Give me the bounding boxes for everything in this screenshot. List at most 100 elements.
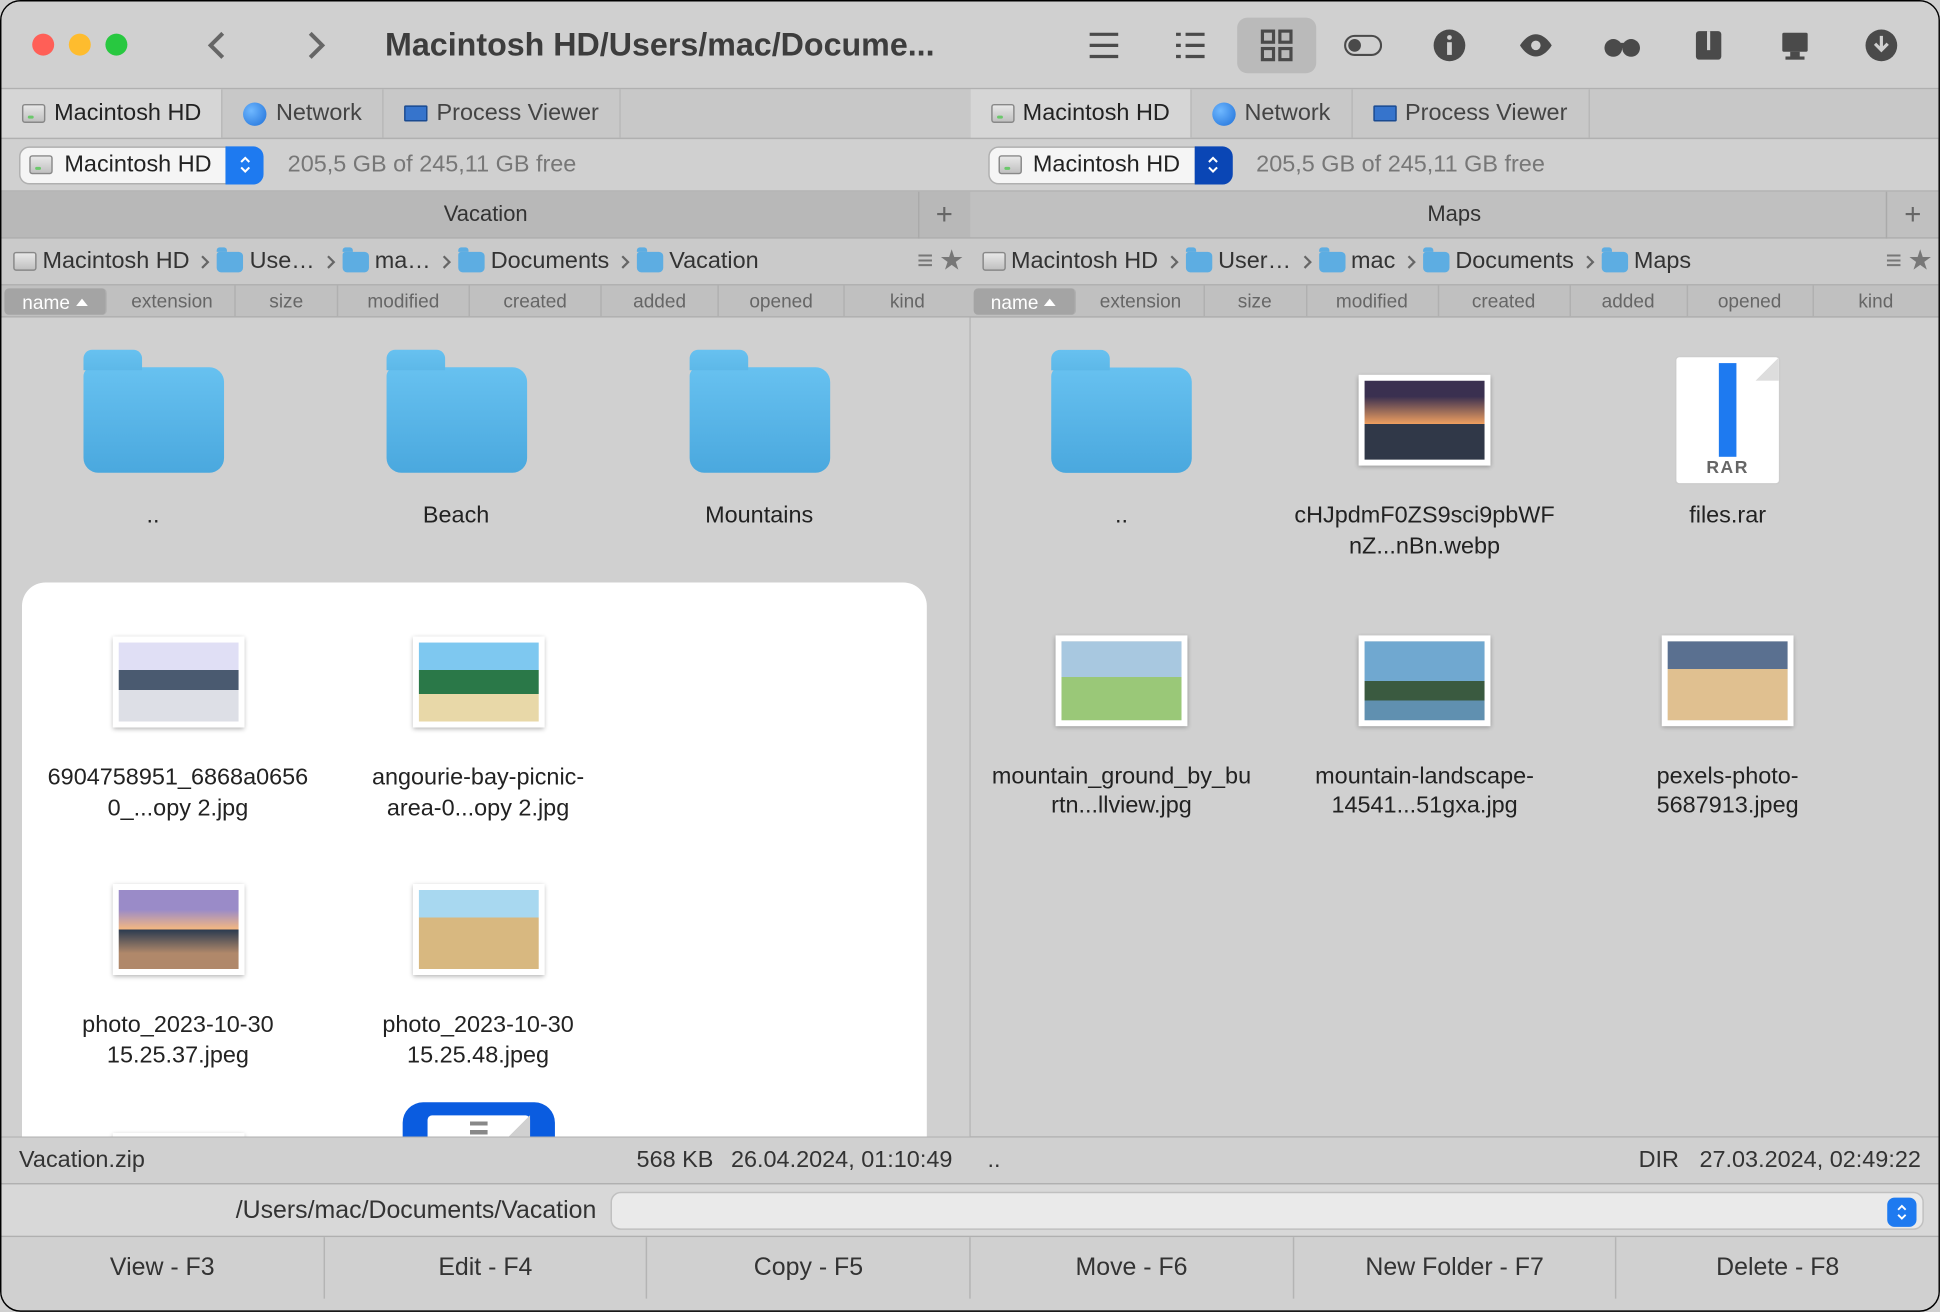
star-icon[interactable]: ★ <box>1908 245 1933 279</box>
list-menu-icon[interactable]: ≡ <box>917 245 933 277</box>
file-item[interactable]: 6904758951_6868a06560_...opy 2.jpg <box>28 603 328 834</box>
right-pane[interactable]: .. cHJpdmF0ZS9sci9pbWFnZ...nBn.webp RARf… <box>970 318 1939 1136</box>
status-filename: Vacation.zip <box>19 1147 145 1173</box>
minimize-window-button[interactable] <box>69 34 91 56</box>
pane-titles-row: Vacation+ Maps+ <box>1 192 1938 239</box>
col-extension[interactable]: extension <box>1078 285 1204 316</box>
file-item[interactable]: RARfiles.rar <box>1576 341 1879 572</box>
nav-forward-button[interactable] <box>280 18 353 71</box>
fkey-copy[interactable]: Copy - F5 <box>646 1237 969 1298</box>
file-item[interactable]: scenery-of-mountain-range-.jpg <box>28 1100 328 1137</box>
add-tab-right[interactable]: + <box>1886 192 1939 239</box>
breadcrumb-item[interactable]: ma… <box>343 248 459 274</box>
info-icon[interactable] <box>1410 17 1489 73</box>
breadcrumb-item[interactable]: Macintosh HD <box>13 248 217 274</box>
disk-dropdown-left[interactable] <box>226 146 264 184</box>
breadcrumb-item[interactable]: Documents <box>459 248 638 274</box>
preview-icon[interactable] <box>1496 17 1575 73</box>
fkey-view[interactable]: View - F3 <box>1 1237 323 1298</box>
col-modified[interactable]: modified <box>1307 285 1439 316</box>
list-menu-icon[interactable]: ≡ <box>1886 245 1902 277</box>
free-space-right: 205,5 GB of 245,11 GB free <box>1256 152 1545 178</box>
col-extension[interactable]: extension <box>110 285 236 316</box>
pane-title-right[interactable]: Maps+ <box>970 192 1939 237</box>
file-item[interactable]: angourie-bay-picnic-area-0...opy 2.jpg <box>328 603 628 834</box>
close-window-button[interactable] <box>32 34 54 56</box>
breadcrumb-item[interactable]: Use… <box>217 248 342 274</box>
tab-network-left[interactable]: Network <box>223 89 384 137</box>
dual-panes: .. Beach Mountains 6904758951_6868a06560… <box>1 318 1938 1138</box>
file-label: photo_2023-10-30 15.25.48.jpeg <box>346 1012 610 1073</box>
file-label: Beach <box>423 502 489 532</box>
left-pane[interactable]: .. Beach Mountains 6904758951_6868a06560… <box>1 318 970 1136</box>
column-headers-row: name extension size modified created add… <box>1 285 1938 317</box>
fkey-move[interactable]: Move - F6 <box>969 1237 1292 1298</box>
status-date: 26.04.2024, 01:10:49 <box>731 1147 952 1173</box>
tab-network-right[interactable]: Network <box>1192 89 1353 137</box>
col-size[interactable]: size <box>1204 285 1306 316</box>
source-tabs-bar: Macintosh HD Network Process Viewer Maci… <box>1 89 1938 139</box>
tab-process-viewer-left[interactable]: Process Viewer <box>384 89 621 137</box>
tab-macintosh-hd-left[interactable]: Macintosh HD <box>1 89 223 137</box>
breadcrumb-item[interactable]: Vacation <box>637 248 759 274</box>
file-item-parent[interactable]: .. <box>970 341 1273 572</box>
file-item[interactable]: cHJpdmF0ZS9sci9pbWFnZ...nBn.webp <box>1273 341 1576 572</box>
breadcrumb-item[interactable]: Maps <box>1602 248 1691 274</box>
col-name[interactable]: name <box>973 288 1075 314</box>
breadcrumb-item[interactable]: Macintosh HD <box>982 248 1186 274</box>
pane-title-left[interactable]: Vacation+ <box>1 192 970 237</box>
file-item-folder[interactable]: Mountains <box>608 341 911 541</box>
col-kind[interactable]: kind <box>845 285 970 316</box>
nav-back-button[interactable] <box>180 18 253 71</box>
file-item[interactable]: mountain-landscape-14541...51gxa.jpg <box>1273 601 1576 832</box>
col-created[interactable]: created <box>470 285 602 316</box>
col-added[interactable]: added <box>602 285 719 316</box>
file-item-parent[interactable]: .. <box>1 341 304 541</box>
file-item-folder[interactable]: Beach <box>305 341 608 541</box>
fkey-edit[interactable]: Edit - F4 <box>323 1237 646 1298</box>
file-label: pexels-photo-5687913.jpeg <box>1596 762 1860 823</box>
file-item[interactable]: photo_2023-10-30 15.25.37.jpeg <box>28 851 328 1082</box>
fkey-new-folder[interactable]: New Folder - F7 <box>1292 1237 1615 1298</box>
col-opened[interactable]: opened <box>1687 285 1813 316</box>
col-name[interactable]: name <box>4 288 106 314</box>
current-path: /Users/mac/Documents/Vacation <box>236 1195 597 1224</box>
view-columns-icon[interactable] <box>1151 17 1230 73</box>
file-label: .. <box>1115 502 1128 532</box>
command-input[interactable] <box>611 1191 1924 1229</box>
maximize-window-button[interactable] <box>105 34 127 56</box>
col-opened[interactable]: opened <box>719 285 845 316</box>
breadcrumb-item[interactable]: mac <box>1319 248 1423 274</box>
col-kind[interactable]: kind <box>1813 285 1938 316</box>
col-size[interactable]: size <box>236 285 338 316</box>
command-history-dropdown[interactable] <box>1887 1197 1916 1226</box>
star-icon[interactable]: ★ <box>939 245 964 279</box>
view-list-icon[interactable] <box>1064 17 1143 73</box>
tab-macintosh-hd-right[interactable]: Macintosh HD <box>970 89 1192 137</box>
col-added[interactable]: added <box>1570 285 1687 316</box>
add-tab-left[interactable]: + <box>917 192 970 239</box>
folder-icon <box>459 251 485 271</box>
toggle-switch-icon[interactable] <box>1324 17 1403 73</box>
breadcrumb-item[interactable]: Documents <box>1423 248 1602 274</box>
file-item[interactable]: pexels-photo-5687913.jpeg <box>1576 601 1879 832</box>
disk-select-right[interactable]: Macintosh HD <box>988 146 1197 184</box>
file-item-selected[interactable]: ZIPVacation.zip <box>328 1100 628 1137</box>
col-modified[interactable]: modified <box>338 285 470 316</box>
folder-icon <box>386 367 527 472</box>
download-icon[interactable] <box>1842 17 1921 73</box>
archive-icon[interactable] <box>1669 17 1748 73</box>
file-item[interactable]: mountain_ground_by_burtn...llview.jpg <box>970 601 1273 832</box>
folder-icon <box>1186 251 1212 271</box>
binoculars-icon[interactable] <box>1583 17 1662 73</box>
status-kind: DIR <box>1639 1147 1679 1173</box>
file-item[interactable]: photo_2023-10-30 15.25.48.jpeg <box>328 851 628 1082</box>
disk-select-left[interactable]: Macintosh HD <box>19 146 228 184</box>
tab-process-viewer-right[interactable]: Process Viewer <box>1352 89 1589 137</box>
breadcrumb-item[interactable]: User… <box>1186 248 1319 274</box>
fkey-delete[interactable]: Delete - F8 <box>1615 1237 1938 1298</box>
view-icons-icon[interactable] <box>1237 17 1316 73</box>
disk-dropdown-right[interactable] <box>1195 146 1233 184</box>
col-created[interactable]: created <box>1438 285 1570 316</box>
network-share-icon[interactable] <box>1755 17 1834 73</box>
